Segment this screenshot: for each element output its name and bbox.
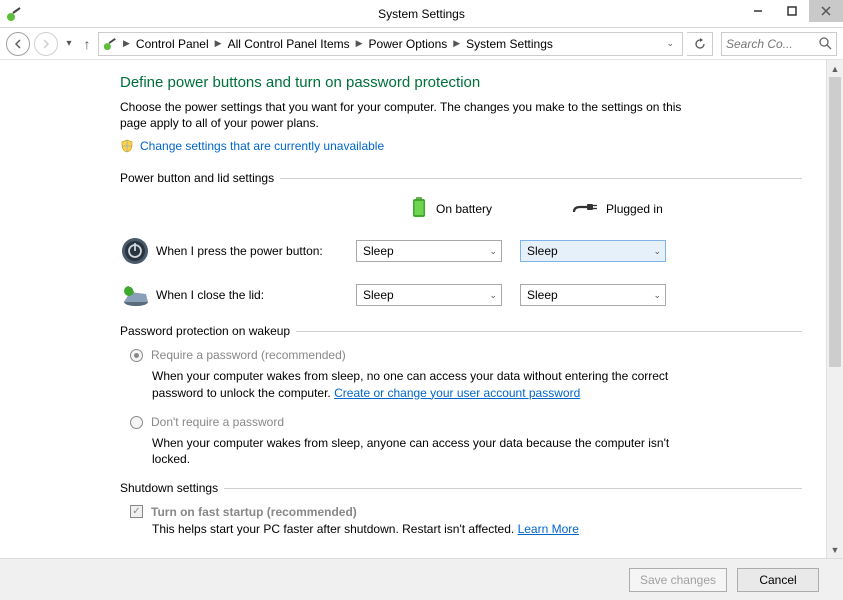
footer-bar: Save changes Cancel (0, 558, 843, 600)
lid-icon (120, 280, 150, 310)
scroll-thumb[interactable] (829, 77, 841, 367)
row-power-button: When I press the power button: Sleep⌄ Sl… (120, 236, 802, 266)
chevron-down-icon: ⌄ (489, 246, 497, 257)
crumb-control-panel[interactable]: Control Panel (132, 37, 213, 51)
radio-require-password (130, 349, 143, 362)
refresh-button[interactable] (687, 32, 713, 56)
maximize-button[interactable] (775, 0, 809, 22)
page-title: Define power buttons and turn on passwor… (120, 74, 802, 91)
fast-startup-desc: This helps start your PC faster after sh… (152, 521, 802, 537)
chevron-down-icon: ⌄ (653, 290, 661, 301)
window-title: System Settings (0, 7, 843, 21)
page-intro: Choose the power settings that you want … (120, 99, 700, 131)
dont-require-password-desc: When your computer wakes from sleep, any… (152, 435, 692, 467)
learn-more-link[interactable]: Learn More (518, 522, 579, 536)
forward-button (34, 32, 58, 56)
power-button-battery-select[interactable]: Sleep⌄ (356, 240, 502, 262)
radio-dont-require-password (130, 416, 143, 429)
shield-icon (120, 139, 134, 153)
close-button[interactable] (809, 0, 843, 22)
breadcrumb-icon (101, 35, 119, 53)
crumb-system-settings[interactable]: System Settings (462, 37, 557, 51)
titlebar: System Settings (0, 0, 843, 28)
change-settings-label: Change settings that are currently unava… (140, 139, 384, 153)
radio-require-password-label: Require a password (recommended) (151, 348, 346, 362)
section-shutdown: Shutdown settings (120, 481, 802, 495)
radio-dont-require-password-label: Don't require a password (151, 415, 284, 429)
breadcrumb[interactable]: ▶ Control Panel ▶ All Control Panel Item… (98, 32, 683, 56)
require-password-desc: When your computer wakes from sleep, no … (152, 368, 692, 400)
column-plugged-in: Plugged in (572, 199, 663, 218)
checkbox-fast-startup-label: Turn on fast startup (recommended) (151, 505, 357, 519)
close-lid-plugged-select[interactable]: Sleep⌄ (520, 284, 666, 306)
chevron-down-icon: ⌄ (489, 290, 497, 301)
row-close-lid: When I close the lid: Sleep⌄ Sleep⌄ (120, 280, 802, 310)
vertical-scrollbar[interactable]: ▲ ▼ (826, 60, 843, 558)
save-changes-button: Save changes (629, 568, 727, 592)
power-button-plugged-select[interactable]: Sleep⌄ (520, 240, 666, 262)
close-lid-battery-select[interactable]: Sleep⌄ (356, 284, 502, 306)
recent-locations-dropdown[interactable]: ▾ (62, 38, 76, 49)
search-input[interactable] (726, 37, 806, 51)
chevron-down-icon: ⌄ (653, 246, 661, 257)
battery-icon (410, 195, 428, 222)
navbar: ▾ ↑ ▶ Control Panel ▶ All Control Panel … (0, 28, 843, 60)
change-settings-link[interactable]: Change settings that are currently unava… (120, 139, 802, 153)
search-box[interactable] (721, 32, 837, 56)
scroll-down-arrow[interactable]: ▼ (827, 541, 843, 558)
section-password: Password protection on wakeup (120, 324, 802, 338)
minimize-button[interactable] (741, 0, 775, 22)
content-area: Define power buttons and turn on passwor… (0, 60, 826, 558)
up-button[interactable]: ↑ (80, 36, 94, 52)
power-button-icon (120, 236, 150, 266)
plug-icon (572, 199, 598, 218)
search-icon (819, 37, 832, 53)
back-button[interactable] (6, 32, 30, 56)
scroll-up-arrow[interactable]: ▲ (827, 60, 843, 77)
create-change-password-link[interactable]: Create or change your user account passw… (334, 386, 580, 400)
crumb-all-items[interactable]: All Control Panel Items (224, 37, 354, 51)
breadcrumb-dropdown[interactable]: ⌄ (660, 38, 680, 49)
crumb-power-options[interactable]: Power Options (365, 37, 452, 51)
app-icon (6, 6, 22, 22)
checkbox-fast-startup: ✓ (130, 505, 143, 518)
cancel-button[interactable]: Cancel (737, 568, 819, 592)
section-power-lid: Power button and lid settings (120, 171, 802, 185)
column-on-battery: On battery (410, 195, 492, 222)
